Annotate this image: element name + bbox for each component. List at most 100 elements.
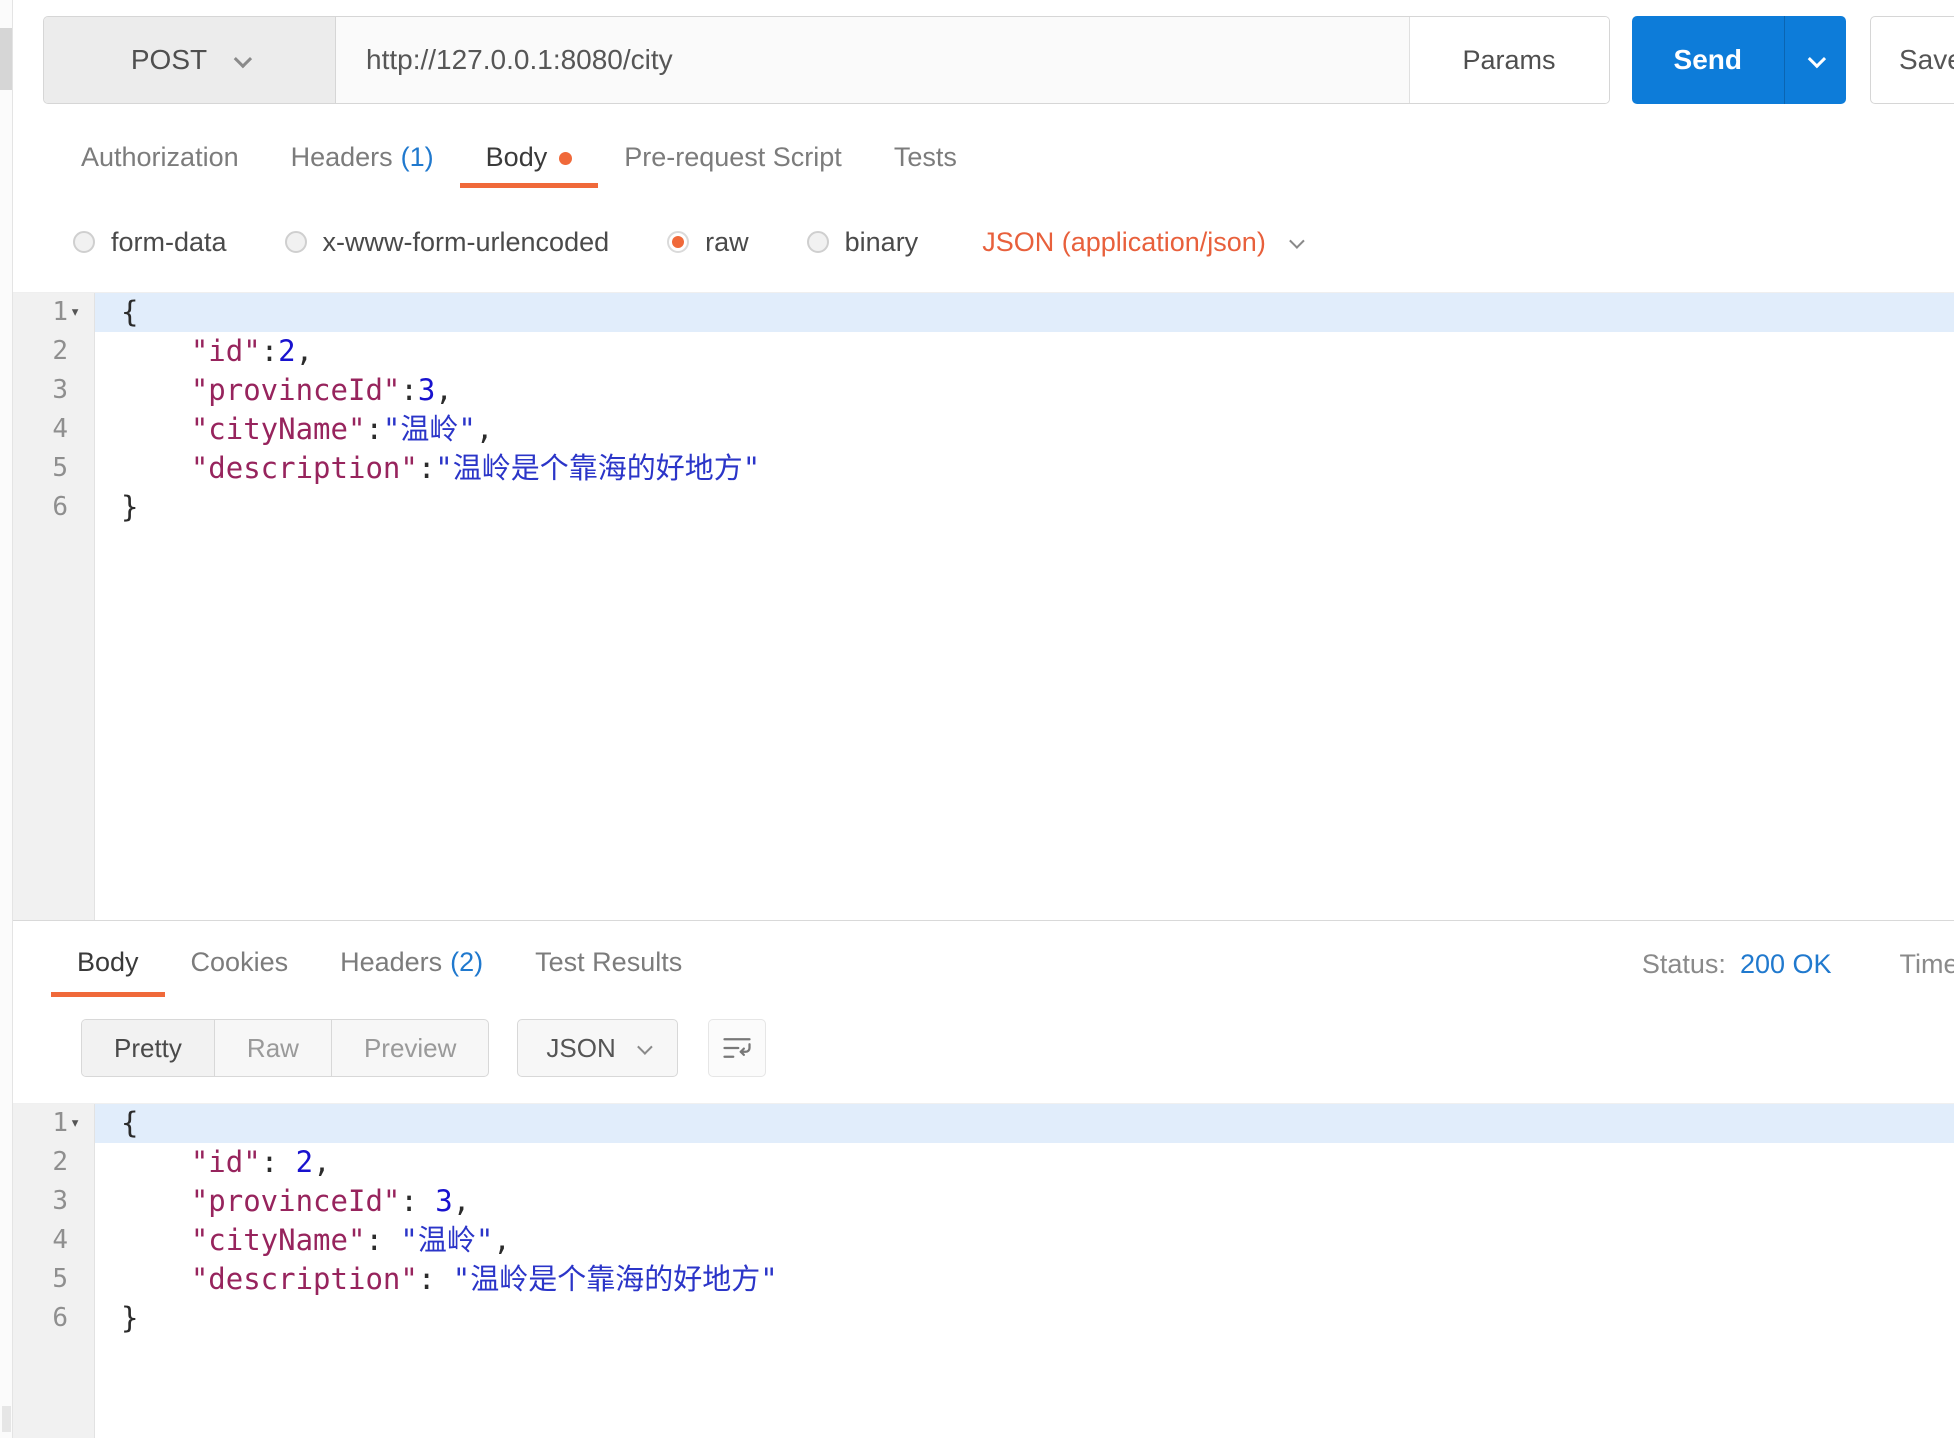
params-button[interactable]: Params xyxy=(1409,17,1609,103)
tab-label: Headers xyxy=(291,142,393,172)
view-preview-button[interactable]: Preview xyxy=(332,1020,488,1076)
response-view-toggle: Pretty Raw Preview xyxy=(81,1019,489,1077)
radio-form-data[interactable]: form-data xyxy=(73,227,227,258)
line-number[interactable]: 4 xyxy=(13,410,95,449)
method-label: POST xyxy=(131,44,207,76)
tab-headers[interactable]: Headers (1) xyxy=(265,130,460,188)
format-label: JSON xyxy=(546,1033,615,1064)
tab-response-headers[interactable]: Headers(2) xyxy=(314,931,509,997)
tab-body[interactable]: Body xyxy=(460,130,599,188)
line-number[interactable]: 1▾ xyxy=(13,1104,95,1143)
view-pretty-button[interactable]: Pretty xyxy=(82,1020,215,1076)
code-text[interactable]: } xyxy=(95,1299,1954,1338)
postman-window: POST Params Send Save xyxy=(0,0,1954,1438)
headers-count-badge: (1) xyxy=(401,142,434,172)
code-text[interactable]: "id": 2, xyxy=(95,1143,1954,1182)
editor-empty-area[interactable] xyxy=(13,1338,1954,1438)
code-line[interactable]: 6} xyxy=(13,1299,1954,1338)
code-text[interactable]: "cityName":"温岭", xyxy=(95,410,1954,449)
request-tabs: Authorization Headers (1) Body Pre-reques… xyxy=(55,130,1954,188)
code-line[interactable]: 6} xyxy=(13,488,1954,527)
status-badge: 200 OK xyxy=(1740,949,1832,980)
code-text[interactable]: "cityName": "温岭", xyxy=(95,1221,1954,1260)
line-number[interactable]: 2 xyxy=(13,332,95,371)
save-button[interactable]: Save xyxy=(1870,16,1954,104)
code-line[interactable]: 4 "cityName":"温岭", xyxy=(13,410,1954,449)
code-line[interactable]: 1▾{ xyxy=(13,1104,1954,1143)
line-number[interactable]: 3 xyxy=(13,1182,95,1221)
tab-label: Pre-request Script xyxy=(624,142,842,172)
time-label: Time: xyxy=(1900,949,1954,980)
code-text[interactable]: "description":"温岭是个靠海的好地方" xyxy=(95,449,1954,488)
response-body-editor[interactable]: 1▾{2 "id": 2,3 "provinceId": 3,4 "cityNa… xyxy=(13,1103,1954,1438)
fold-arrow-icon[interactable]: ▾ xyxy=(68,1104,94,1143)
chevron-down-icon xyxy=(234,49,252,67)
wrap-text-icon xyxy=(722,1035,752,1061)
radio-raw[interactable]: raw xyxy=(667,227,749,258)
code-text[interactable]: } xyxy=(95,488,1954,527)
tab-pre-request-script[interactable]: Pre-request Script xyxy=(598,130,868,188)
tab-label: Cookies xyxy=(191,947,289,977)
line-number[interactable]: 1▾ xyxy=(13,293,95,332)
chevron-down-icon xyxy=(1808,49,1826,67)
code-text[interactable]: "description": "温岭是个靠海的好地方" xyxy=(95,1260,1954,1299)
tab-tests[interactable]: Tests xyxy=(868,130,983,188)
response-meta: Status: 200 OK Time: xyxy=(1642,931,1954,997)
method-select[interactable]: POST xyxy=(44,17,336,103)
send-button[interactable]: Send xyxy=(1632,16,1784,104)
radio-circle-icon xyxy=(807,231,829,253)
line-number[interactable]: 6 xyxy=(13,488,95,527)
view-label: Preview xyxy=(364,1033,456,1063)
code-text[interactable]: { xyxy=(95,293,1954,332)
tab-response-body[interactable]: Body xyxy=(51,931,165,997)
code-text[interactable]: "provinceId": 3, xyxy=(95,1182,1954,1221)
fold-arrow-icon[interactable]: ▾ xyxy=(68,293,94,332)
radio-x-www-form-urlencoded[interactable]: x-www-form-urlencoded xyxy=(285,227,610,258)
tab-label: Tests xyxy=(894,142,957,172)
view-label: Pretty xyxy=(114,1033,182,1063)
code-text[interactable]: "id":2, xyxy=(95,332,1954,371)
code-text[interactable]: { xyxy=(95,1104,1954,1143)
code-text[interactable]: "provinceId":3, xyxy=(95,371,1954,410)
line-number[interactable]: 5 xyxy=(13,449,95,488)
response-format-dropdown[interactable]: JSON xyxy=(517,1019,677,1077)
code-line[interactable]: 4 "cityName": "温岭", xyxy=(13,1221,1954,1260)
tab-cookies[interactable]: Cookies xyxy=(165,931,315,997)
tab-label: Authorization xyxy=(81,142,239,172)
view-raw-button[interactable]: Raw xyxy=(215,1020,332,1076)
radio-label: raw xyxy=(705,227,749,258)
line-number[interactable]: 6 xyxy=(13,1299,95,1338)
code-line[interactable]: 2 "id": 2, xyxy=(13,1143,1954,1182)
line-number[interactable]: 2 xyxy=(13,1143,95,1182)
code-line[interactable]: 2 "id":2, xyxy=(13,332,1954,371)
sidebar-edge-footer xyxy=(2,1406,11,1432)
radio-selected-icon xyxy=(667,231,689,253)
content-type-dropdown[interactable]: JSON (application/json) xyxy=(982,227,1301,258)
response-tabs: Body Cookies Headers(2) Test Results Sta… xyxy=(13,921,1954,997)
url-input[interactable] xyxy=(336,17,1409,103)
code-line[interactable]: 3 "provinceId":3, xyxy=(13,371,1954,410)
send-options-button[interactable] xyxy=(1784,16,1846,104)
tab-label: Test Results xyxy=(535,947,682,977)
response-section: Body Cookies Headers(2) Test Results Sta… xyxy=(13,920,1954,1438)
code-line[interactable]: 3 "provinceId": 3, xyxy=(13,1182,1954,1221)
code-line[interactable]: 1▾{ xyxy=(13,293,1954,332)
chevron-down-icon xyxy=(1289,233,1305,249)
sidebar-edge-handle[interactable] xyxy=(0,28,12,90)
line-number[interactable]: 4 xyxy=(13,1221,95,1260)
code-line[interactable]: 5 "description":"温岭是个靠海的好地方" xyxy=(13,449,1954,488)
tab-label: Body xyxy=(77,947,139,977)
request-body-editor[interactable]: 1▾{2 "id":2,3 "provinceId":3,4 "cityName… xyxy=(13,292,1954,920)
tab-authorization[interactable]: Authorization xyxy=(55,130,265,188)
code-line[interactable]: 5 "description": "温岭是个靠海的好地方" xyxy=(13,1260,1954,1299)
body-has-content-dot xyxy=(559,152,572,165)
editor-empty-area[interactable] xyxy=(13,527,1954,920)
line-number[interactable]: 3 xyxy=(13,371,95,410)
radio-label: binary xyxy=(845,227,919,258)
line-number[interactable]: 5 xyxy=(13,1260,95,1299)
tab-test-results[interactable]: Test Results xyxy=(509,931,708,997)
view-label: Raw xyxy=(247,1033,299,1063)
radio-binary[interactable]: binary xyxy=(807,227,919,258)
wrap-text-button[interactable] xyxy=(708,1019,766,1077)
params-label: Params xyxy=(1463,45,1556,76)
